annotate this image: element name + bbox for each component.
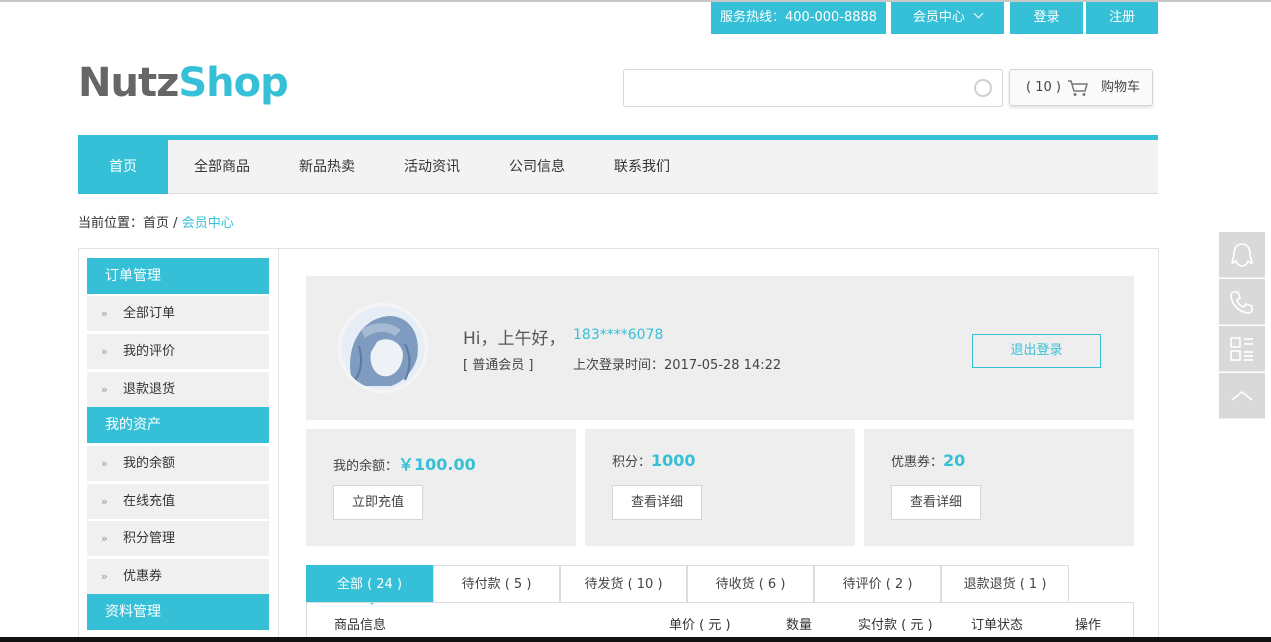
nav-item-new-hot[interactable]: 新品热卖 (281, 140, 373, 194)
nav-item-news[interactable]: 活动资讯 (386, 140, 478, 194)
recharge-button[interactable]: 立即充值 (333, 485, 423, 520)
points-text: 积分：1000 (612, 451, 696, 470)
phone-button[interactable] (1219, 279, 1265, 325)
col-product-info: 商品信息 (334, 618, 387, 633)
nav-item-contact[interactable]: 联系我们 (596, 140, 688, 194)
points-value: 1000 (651, 451, 696, 470)
search-box (623, 69, 1003, 107)
sidebar-item-points[interactable]: » 积分管理 (87, 521, 269, 556)
coupons-text: 优惠券：20 (891, 451, 965, 470)
col-actions: 操作 (1075, 618, 1102, 633)
sidebar-item-label: 积分管理 (123, 531, 176, 546)
back-to-top-icon (1231, 390, 1253, 401)
nav-item-company[interactable]: 公司信息 (491, 140, 583, 194)
member-center-label: 会员中心 (912, 10, 965, 25)
tab-pending-shipment[interactable]: 待发货 ( 10 ) (560, 565, 687, 603)
points-label: 积分： (612, 455, 652, 470)
sidebar-item-coupons[interactable]: » 优惠券 (87, 559, 269, 594)
arrow-icon: » (101, 345, 108, 358)
logout-button[interactable]: 退出登录 (972, 334, 1101, 368)
tab-refunds[interactable]: 退款退货 ( 1 ) (941, 565, 1069, 603)
qrcode-icon (1230, 337, 1253, 361)
sidebar-item-label: 退款退货 (123, 382, 176, 397)
arrow-icon: » (101, 570, 108, 583)
sidebar-item-balance[interactable]: » 我的余额 (87, 446, 269, 481)
last-login-time: 上次登录时间：2017-05-28 14:22 (573, 358, 782, 373)
sidebar-item-label: 全部订单 (123, 306, 176, 321)
bottom-edge (0, 637, 1271, 642)
site-logo[interactable]: NutzShop (78, 60, 289, 106)
sidebar-heading-orders: 订单管理 (87, 258, 269, 294)
balance-text: 我的余额：￥100.00 (333, 451, 476, 475)
logo-part-1: Nutz (78, 60, 179, 106)
sidebar-item-label: 优惠券 (123, 569, 163, 584)
balance-value: ￥100.00 (398, 455, 476, 474)
tab-divider (306, 602, 1134, 603)
avatar[interactable] (338, 303, 428, 393)
sidebar-item-reviews[interactable]: » 我的评价 (87, 334, 269, 369)
tab-all-orders[interactable]: 全部 ( 24 ) (306, 565, 433, 603)
breadcrumb-sep: / (169, 216, 182, 231)
arrow-icon: » (101, 495, 108, 508)
coupons-label: 优惠券： (891, 455, 944, 470)
qq-icon (1231, 243, 1253, 267)
sidebar-item-label: 我的余额 (123, 456, 176, 471)
sidebar-heading-assets: 我的资产 (87, 407, 269, 443)
col-quantity: 数量 (786, 618, 813, 633)
sidebar-item-label: 我的评价 (123, 344, 176, 359)
sidebar-item-label: 在线充值 (123, 494, 176, 509)
member-level: [ 普通会员 ] (463, 358, 534, 373)
sidebar-item-refunds[interactable]: » 退款退货 (87, 372, 269, 407)
chevron-down-icon (973, 8, 984, 19)
search-input[interactable] (634, 70, 964, 106)
login-button[interactable]: 登录 (1010, 2, 1083, 34)
coupons-value: 20 (943, 451, 966, 470)
cart-count: ( 10 ) (1026, 80, 1061, 95)
sidebar-item-recharge[interactable]: » 在线充值 (87, 484, 269, 519)
col-unit-price: 单价 ( 元 ) (669, 618, 731, 633)
breadcrumb-current[interactable]: 会员中心 (182, 216, 234, 231)
col-paid-amount: 实付款 ( 元 ) (858, 618, 933, 633)
tab-pending-receipt[interactable]: 待收货 ( 6 ) (687, 565, 814, 603)
register-button[interactable]: 注册 (1086, 2, 1158, 34)
qq-button[interactable] (1219, 232, 1265, 278)
search-icon[interactable] (974, 79, 992, 97)
qrcode-button[interactable] (1219, 326, 1265, 372)
user-phone: 183****6078 (573, 327, 664, 343)
tab-pending-payment[interactable]: 待付款 ( 5 ) (433, 565, 560, 603)
hotline-button[interactable]: 服务热线：400-000-8888 (711, 2, 886, 34)
points-card: 积分：1000 查看详细 (585, 429, 855, 546)
main-nav: 首页 全部商品 新品热卖 活动资讯 公司信息 联系我们 (78, 135, 1158, 194)
cart-button[interactable]: ( 10 ) 购物车 (1009, 69, 1153, 106)
nav-item-home[interactable]: 首页 (78, 140, 168, 194)
nav-item-all-products[interactable]: 全部商品 (176, 140, 268, 194)
avatar-image (341, 306, 425, 390)
breadcrumb-home[interactable]: 首页 (143, 216, 169, 231)
arrow-icon: » (101, 383, 108, 396)
balance-label: 我的余额： (333, 459, 399, 474)
tab-pending-review[interactable]: 待评价 ( 2 ) (814, 565, 941, 603)
cart-label: 购物车 (1101, 80, 1141, 95)
breadcrumb: 当前位置：首页 / 会员中心 (78, 212, 234, 231)
col-order-status: 订单状态 (971, 618, 1024, 633)
sidebar-item-all-orders[interactable]: » 全部订单 (87, 296, 269, 331)
arrow-icon: » (101, 307, 108, 320)
cart-icon (1068, 80, 1088, 96)
arrow-icon: » (101, 532, 108, 545)
sidebar-heading-profile: 资料管理 (87, 594, 269, 630)
balance-card: 我的余额：￥100.00 立即充值 (306, 429, 576, 546)
back-to-top-button[interactable] (1219, 373, 1265, 419)
logo-part-2: Shop (178, 60, 288, 106)
greeting-text: Hi，上午好， (463, 329, 566, 349)
member-center-dropdown[interactable]: 会员中心 (891, 2, 1004, 34)
breadcrumb-prefix: 当前位置： (78, 216, 144, 231)
coupons-card: 优惠券：20 查看详细 (864, 429, 1134, 546)
arrow-icon: » (101, 457, 108, 470)
coupons-detail-button[interactable]: 查看详细 (891, 485, 981, 520)
phone-icon (1230, 291, 1253, 314)
points-detail-button[interactable]: 查看详细 (612, 485, 702, 520)
